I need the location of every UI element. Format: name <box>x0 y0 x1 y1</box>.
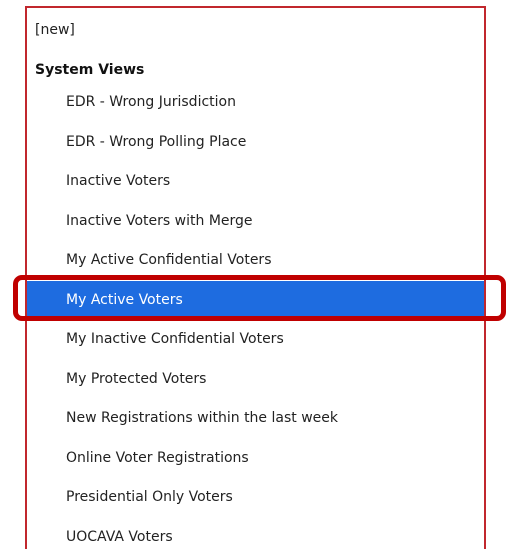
view-item-my-active-confidential-voters[interactable]: My Active Confidential Voters <box>27 241 484 281</box>
view-item-uocava-voters[interactable]: UOCAVA Voters <box>27 518 484 549</box>
view-item-inactive-voters[interactable]: Inactive Voters <box>27 162 484 202</box>
system-views-list: EDR - Wrong Jurisdiction EDR - Wrong Pol… <box>27 83 484 549</box>
view-item-new-registrations-last-week[interactable]: New Registrations within the last week <box>27 399 484 439</box>
view-item-my-active-voters[interactable]: My Active Voters <box>27 280 484 320</box>
new-view-item[interactable]: [new] <box>35 20 75 40</box>
view-item-edr-wrong-jurisdiction[interactable]: EDR - Wrong Jurisdiction <box>27 83 484 123</box>
view-item-my-inactive-confidential-voters[interactable]: My Inactive Confidential Voters <box>27 320 484 360</box>
view-item-inactive-voters-with-merge[interactable]: Inactive Voters with Merge <box>27 202 484 242</box>
views-panel: [new] System Views EDR - Wrong Jurisdict… <box>25 6 486 549</box>
view-item-my-protected-voters[interactable]: My Protected Voters <box>27 360 484 400</box>
system-views-heading: System Views <box>35 62 145 78</box>
view-item-online-voter-registrations[interactable]: Online Voter Registrations <box>27 439 484 479</box>
view-item-edr-wrong-polling-place[interactable]: EDR - Wrong Polling Place <box>27 123 484 163</box>
view-item-presidential-only-voters[interactable]: Presidential Only Voters <box>27 478 484 518</box>
